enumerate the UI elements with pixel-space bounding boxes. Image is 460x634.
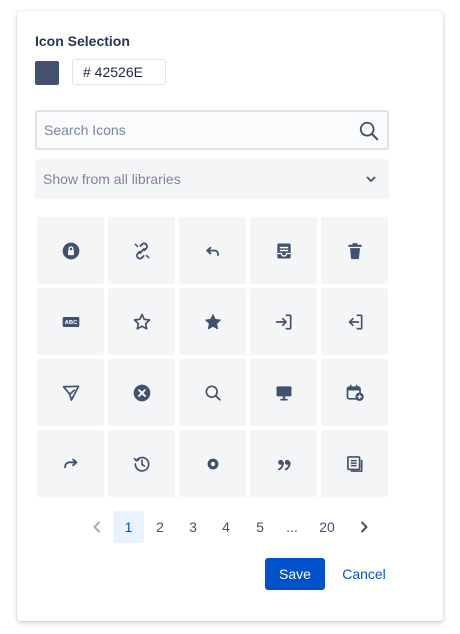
icon-tile-history[interactable] [108,430,175,497]
pagination-ellipsis: ... [286,519,298,535]
icon-tile-quote[interactable] [250,430,317,497]
dialog-title: Icon Selection [35,33,130,49]
icon-tile-cross-circle[interactable] [108,359,175,426]
svg-text:ABC: ABC [64,320,77,326]
pagination-prev-button[interactable] [87,511,107,543]
icon-tile-trash[interactable] [321,217,388,284]
lock-circle-icon [62,242,79,259]
hex-color-field[interactable]: # 42526E [72,59,166,85]
icon-tile-sign-in[interactable] [250,288,317,355]
icon-tile-star-outline[interactable] [108,288,175,355]
icon-tile-calendar-add[interactable] [321,359,388,426]
cross-circle-icon [133,384,150,401]
unlink-icon [134,242,149,259]
icon-tile-undo[interactable] [179,217,246,284]
pagination-page-20[interactable]: 20 [315,511,339,543]
search-box[interactable] [35,110,389,150]
sign-out-icon [348,314,362,329]
chevron-left-icon [93,521,100,533]
icon-tile-radio-dot[interactable] [179,430,246,497]
redo-icon [63,458,77,468]
history-icon [133,456,149,472]
undo-icon [205,246,219,256]
trash-icon [347,242,362,259]
cancel-button[interactable]: Cancel [334,558,394,590]
icon-tile-monitor[interactable] [250,359,317,426]
send-icon [62,385,79,401]
icon-tile-search[interactable] [179,359,246,426]
search-icon [205,385,221,401]
pagination-page-4[interactable]: 4 [216,511,236,543]
pagination-page-3[interactable]: 3 [183,511,203,543]
monitor-icon [276,385,291,400]
library-select[interactable]: Show from all libraries [35,159,389,199]
sign-in-icon [275,314,291,329]
inbox-icon [276,243,291,258]
star-filled-icon [204,313,221,329]
icon-tile-document[interactable] [321,430,388,497]
calendar-add-icon [346,384,364,401]
pagination-page-5[interactable]: 5 [250,511,270,543]
icon-tile-sign-out[interactable] [321,288,388,355]
abc-icon: ABC [62,316,79,327]
icon-tile-unlink[interactable] [108,217,175,284]
chevron-right-icon [361,521,368,533]
icon-tile-send[interactable] [37,359,104,426]
star-outline-icon [133,313,150,330]
pagination-page-1[interactable]: 1 [113,511,144,543]
search-icon[interactable] [358,120,380,142]
icon-tile-redo[interactable] [37,430,104,497]
pagination-next-button[interactable] [354,511,374,543]
save-button[interactable]: Save [265,558,325,590]
icon-tile-inbox[interactable] [250,217,317,284]
document-icon [346,455,362,472]
pagination-page-2[interactable]: 2 [150,511,170,543]
quote-icon [277,459,291,470]
search-input[interactable] [44,121,344,139]
icon-tile-abc[interactable]: ABC [37,288,104,355]
icon-tile-star-filled[interactable] [179,288,246,355]
radio-dot-icon [207,458,218,469]
color-swatch[interactable] [35,61,59,85]
library-select-value: Show from all libraries [43,171,181,187]
icon-tile-lock-circle[interactable] [37,217,104,284]
chevron-down-icon [366,176,376,182]
